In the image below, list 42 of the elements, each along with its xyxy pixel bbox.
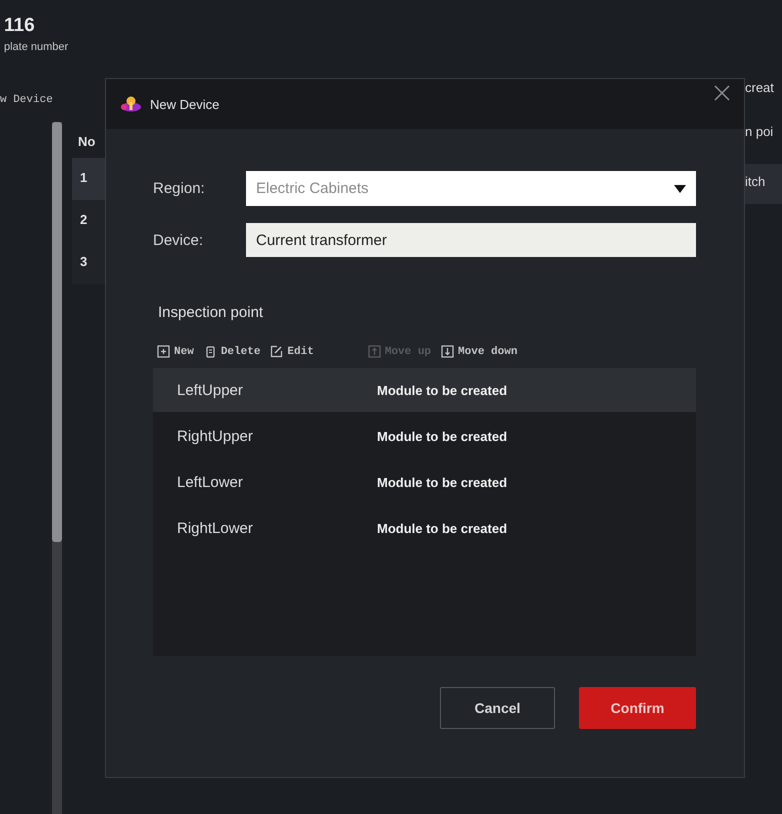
section-title: Inspection point bbox=[158, 304, 264, 321]
table-cell-text: creat bbox=[745, 79, 775, 97]
point-status: Module to be created bbox=[377, 520, 508, 536]
app-icon bbox=[120, 96, 142, 112]
list-row[interactable]: RightUpper Module to be created bbox=[153, 414, 696, 458]
dialog-title: New Device bbox=[150, 96, 220, 112]
table-cell: itch bbox=[745, 164, 782, 204]
toolbar-button[interactable]: New bbox=[157, 345, 194, 358]
arrow-down-icon bbox=[441, 345, 454, 358]
plate-number-value: 116 bbox=[4, 16, 35, 36]
list-row[interactable]: LeftUpper Module to be created bbox=[153, 368, 696, 412]
close-button[interactable] bbox=[712, 83, 732, 103]
toolbar-button[interactable]: Move down bbox=[441, 345, 518, 358]
point-name: LeftLower bbox=[177, 474, 244, 490]
point-name: LeftUpper bbox=[177, 382, 244, 398]
field-label: Region: bbox=[153, 180, 206, 197]
toolbar-button[interactable]: Edit bbox=[270, 345, 314, 358]
plate-number-label: plate number bbox=[4, 41, 68, 53]
table-cell[interactable]: 1 bbox=[72, 158, 105, 200]
point-status: Module to be created bbox=[377, 428, 508, 444]
toolbar-label: w Device bbox=[0, 94, 53, 106]
table-cell[interactable]: 3 bbox=[72, 242, 105, 284]
point-status: Module to be created bbox=[377, 382, 508, 398]
scrollbar[interactable] bbox=[52, 122, 62, 814]
point-name: RightLower bbox=[177, 520, 254, 536]
plus-box-icon bbox=[157, 345, 170, 358]
trash-icon bbox=[204, 345, 217, 358]
edit-icon bbox=[270, 345, 284, 358]
column-header: No bbox=[77, 133, 96, 151]
list-row[interactable]: LeftLower Module to be created bbox=[153, 460, 696, 504]
point-status: Module to be created bbox=[377, 474, 508, 490]
caret-icon bbox=[674, 184, 686, 192]
field-label: Device: bbox=[153, 232, 204, 248]
confirm-button[interactable]: Confirm bbox=[579, 687, 696, 729]
list-row[interactable]: RightLower Module to be created bbox=[153, 506, 696, 550]
point-name: RightUpper bbox=[177, 428, 254, 444]
arrow-up-icon bbox=[368, 345, 381, 358]
table-cell-text: n poi bbox=[745, 123, 774, 141]
device-input-field[interactable]: Current transformer bbox=[246, 223, 696, 257]
cancel-button[interactable]: Cancel bbox=[440, 687, 555, 729]
table-cell[interactable]: 2 bbox=[72, 200, 105, 242]
toolbar-button[interactable]: Delete bbox=[204, 345, 260, 358]
